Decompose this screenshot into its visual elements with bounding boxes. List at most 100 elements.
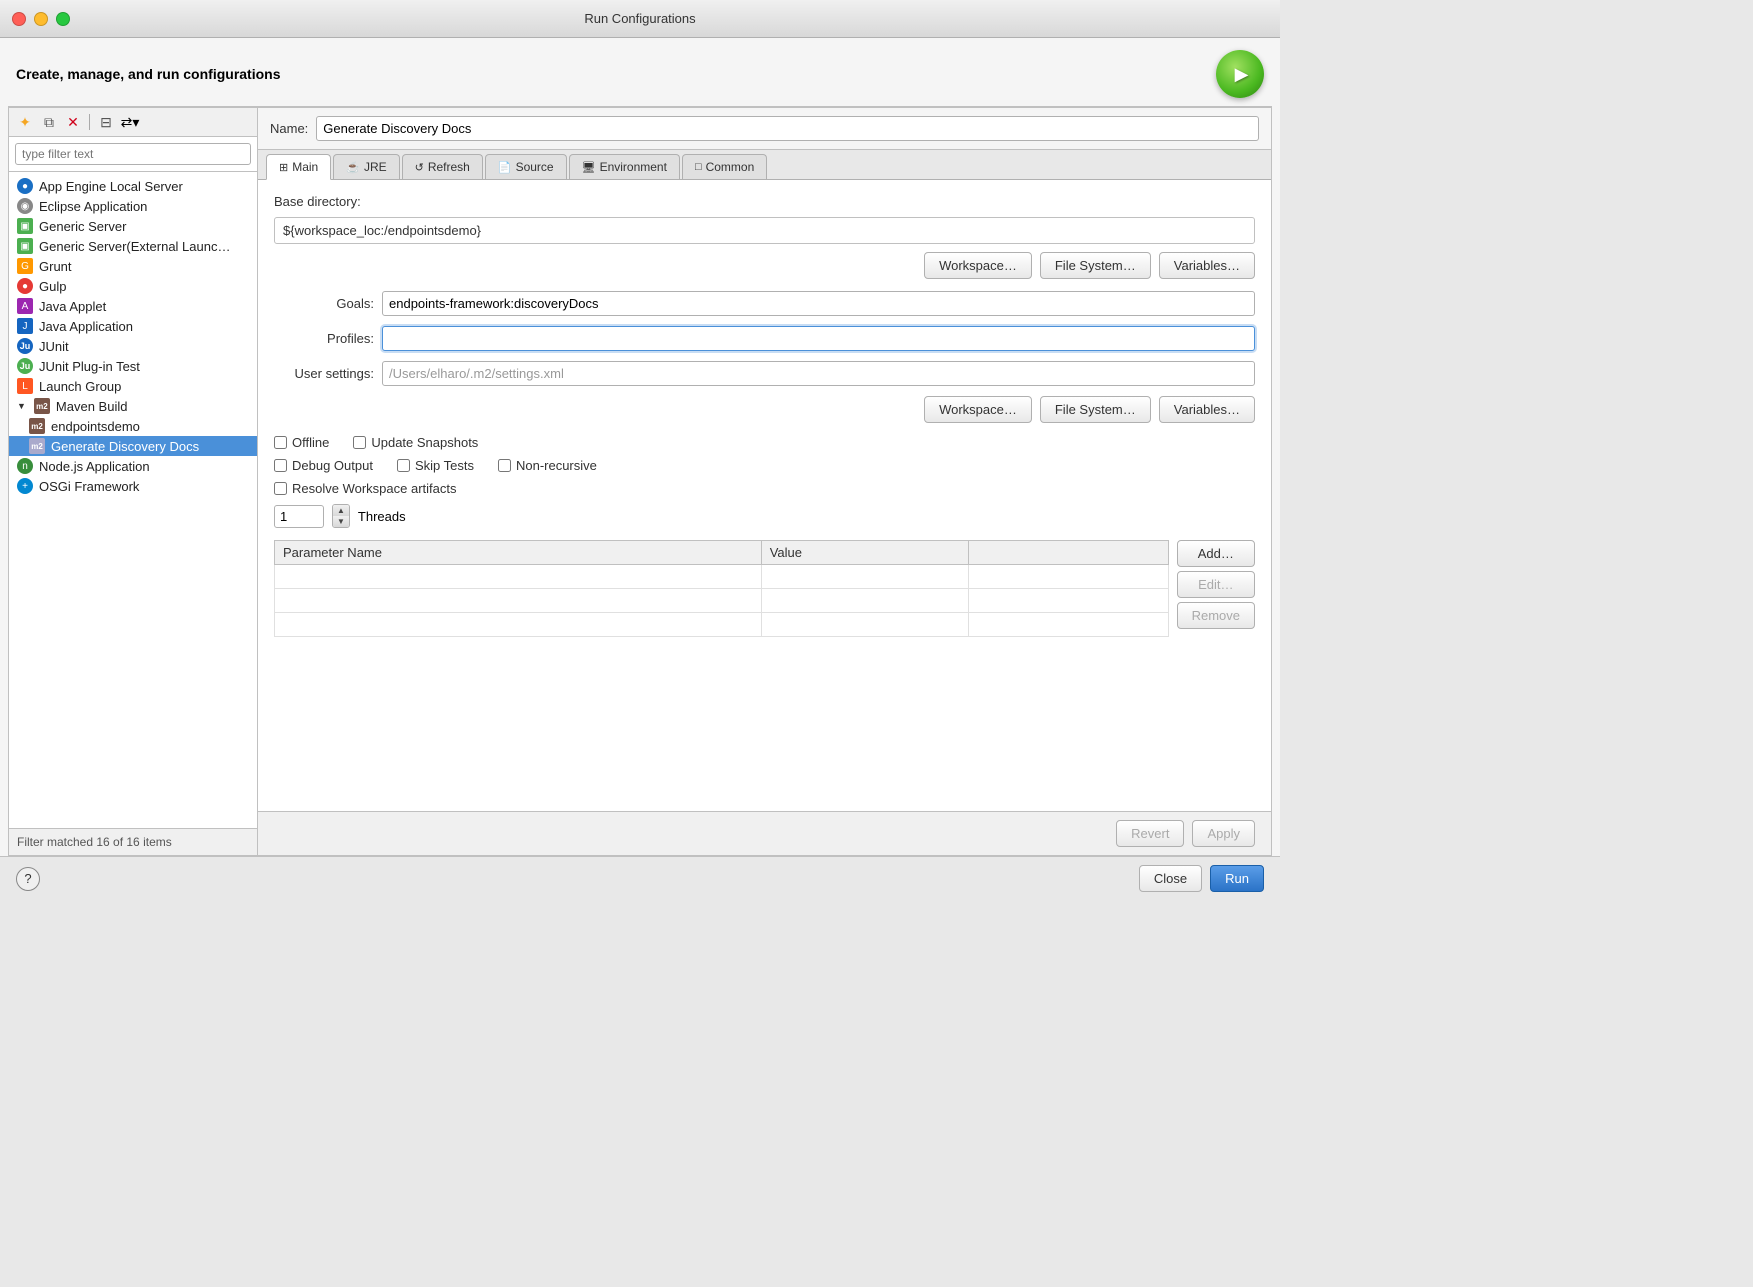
title-bar: Run Configurations xyxy=(0,0,1280,38)
list-item[interactable]: ● Gulp xyxy=(9,276,257,296)
tab-refresh[interactable]: ↺ Refresh xyxy=(402,154,483,179)
offline-checkbox-label[interactable]: Offline xyxy=(274,435,329,450)
file-system-button-2[interactable]: File System… xyxy=(1040,396,1151,423)
debug-output-label: Debug Output xyxy=(292,458,373,473)
osgi-icon: + xyxy=(17,478,33,494)
workspace-button-2[interactable]: Workspace… xyxy=(924,396,1032,423)
maven-build-icon: m2 xyxy=(34,398,50,414)
list-item[interactable]: Ju JUnit xyxy=(9,336,257,356)
list-item-label: Node.js Application xyxy=(39,459,150,474)
debug-output-checkbox-label[interactable]: Debug Output xyxy=(274,458,373,473)
edit-parameter-button[interactable]: Edit… xyxy=(1177,571,1255,598)
threads-input[interactable] xyxy=(274,505,324,528)
add-parameter-button[interactable]: Add… xyxy=(1177,540,1255,567)
resolve-workspace-checkbox-label[interactable]: Resolve Workspace artifacts xyxy=(274,481,457,496)
dialog: Create, manage, and run configurations ✦… xyxy=(0,38,1280,900)
update-snapshots-checkbox-label[interactable]: Update Snapshots xyxy=(353,435,478,450)
list-item[interactable]: L Launch Group xyxy=(9,376,257,396)
run-button[interactable]: Run xyxy=(1210,865,1264,892)
list-item[interactable]: A Java Applet xyxy=(9,296,257,316)
list-item[interactable]: + OSGi Framework xyxy=(9,476,257,496)
tab-main-label: Main xyxy=(292,160,318,174)
table-cell xyxy=(761,589,968,613)
non-recursive-checkbox-label[interactable]: Non-recursive xyxy=(498,458,597,473)
maximize-window-button[interactable] xyxy=(56,12,70,26)
tab-source-label: Source xyxy=(516,160,554,174)
table-row xyxy=(275,565,1169,589)
sidebar-list: ● App Engine Local Server ◉ Eclipse Appl… xyxy=(9,172,257,828)
close-window-button[interactable] xyxy=(12,12,26,26)
list-item[interactable]: ● App Engine Local Server xyxy=(9,176,257,196)
debug-output-checkbox[interactable] xyxy=(274,459,287,472)
apply-button[interactable]: Apply xyxy=(1192,820,1255,847)
list-item-label: OSGi Framework xyxy=(39,479,139,494)
new-config-button[interactable]: ✦ xyxy=(15,112,35,132)
list-item-selected[interactable]: m2 Generate Discovery Docs xyxy=(9,436,257,456)
list-item[interactable]: ▣ Generic Server(External Launc… xyxy=(9,236,257,256)
table-cell xyxy=(275,589,762,613)
user-settings-input[interactable] xyxy=(382,361,1255,386)
delete-config-button[interactable]: ✕ xyxy=(63,112,83,132)
help-button[interactable]: ? xyxy=(16,867,40,891)
list-item[interactable]: ◉ Eclipse Application xyxy=(9,196,257,216)
tab-environment[interactable]: 🖥 Environment xyxy=(569,154,680,179)
table-action-buttons: Add… Edit… Remove xyxy=(1177,540,1255,637)
skip-tests-checkbox[interactable] xyxy=(397,459,410,472)
spinner-up-button[interactable]: ▲ xyxy=(333,505,349,516)
parameters-table: Parameter Name Value xyxy=(274,540,1169,637)
workspace-button[interactable]: Workspace… xyxy=(924,252,1032,279)
list-item[interactable]: J Java Application xyxy=(9,316,257,336)
remove-parameter-button[interactable]: Remove xyxy=(1177,602,1255,629)
java-application-icon: J xyxy=(17,318,33,334)
profiles-input[interactable] xyxy=(382,326,1255,351)
window-controls[interactable] xyxy=(12,12,70,26)
list-item-label: endpointsdemo xyxy=(51,419,140,434)
list-item[interactable]: ▣ Generic Server xyxy=(9,216,257,236)
list-item-label: App Engine Local Server xyxy=(39,179,183,194)
jre-tab-icon: ☕ xyxy=(346,161,360,174)
tab-jre[interactable]: ☕ JRE xyxy=(333,154,399,179)
offline-checkbox[interactable] xyxy=(274,436,287,449)
goals-input[interactable] xyxy=(382,291,1255,316)
list-item-label: Generic Server(External Launc… xyxy=(39,239,230,254)
duplicate-config-button[interactable]: ⧉ xyxy=(39,112,59,132)
junit-plugin-icon: Ju xyxy=(17,358,33,374)
skip-tests-checkbox-label[interactable]: Skip Tests xyxy=(397,458,474,473)
update-snapshots-label: Update Snapshots xyxy=(371,435,478,450)
variables-button-2[interactable]: Variables… xyxy=(1159,396,1255,423)
profiles-label: Profiles: xyxy=(274,331,374,346)
run-icon-button[interactable] xyxy=(1216,50,1264,98)
variables-button[interactable]: Variables… xyxy=(1159,252,1255,279)
list-item[interactable]: ▼ m2 Maven Build xyxy=(9,396,257,416)
name-input[interactable] xyxy=(316,116,1259,141)
list-item[interactable]: G Grunt xyxy=(9,256,257,276)
table-cell xyxy=(968,613,1168,637)
list-item-label: Java Application xyxy=(39,319,133,334)
resolve-workspace-label: Resolve Workspace artifacts xyxy=(292,481,457,496)
app-engine-icon: ● xyxy=(17,178,33,194)
filter-input[interactable] xyxy=(15,143,251,165)
revert-button[interactable]: Revert xyxy=(1116,820,1184,847)
list-item[interactable]: m2 endpointsdemo xyxy=(9,416,257,436)
minimize-window-button[interactable] xyxy=(34,12,48,26)
list-item[interactable]: n Node.js Application xyxy=(9,456,257,476)
settings-buttons: Workspace… File System… Variables… xyxy=(274,396,1255,423)
close-button[interactable]: Close xyxy=(1139,865,1202,892)
java-applet-icon: A xyxy=(17,298,33,314)
filter-button[interactable]: ⇄▾ xyxy=(120,112,140,132)
tab-common-label: Common xyxy=(706,160,755,174)
list-item[interactable]: Ju JUnit Plug-in Test xyxy=(9,356,257,376)
common-tab-icon: □ xyxy=(695,161,702,173)
spinner-down-button[interactable]: ▼ xyxy=(333,516,349,527)
update-snapshots-checkbox[interactable] xyxy=(353,436,366,449)
resolve-workspace-checkbox[interactable] xyxy=(274,482,287,495)
tab-main[interactable]: ⊞ Main xyxy=(266,154,331,180)
tab-source[interactable]: 📄 Source xyxy=(485,154,567,179)
threads-spinner[interactable]: ▲ ▼ xyxy=(332,504,350,528)
endpointsdemo-icon: m2 xyxy=(29,418,45,434)
file-system-button[interactable]: File System… xyxy=(1040,252,1151,279)
offline-label: Offline xyxy=(292,435,329,450)
collapse-button[interactable]: ⊟ xyxy=(96,112,116,132)
tab-common[interactable]: □ Common xyxy=(682,154,767,179)
non-recursive-checkbox[interactable] xyxy=(498,459,511,472)
